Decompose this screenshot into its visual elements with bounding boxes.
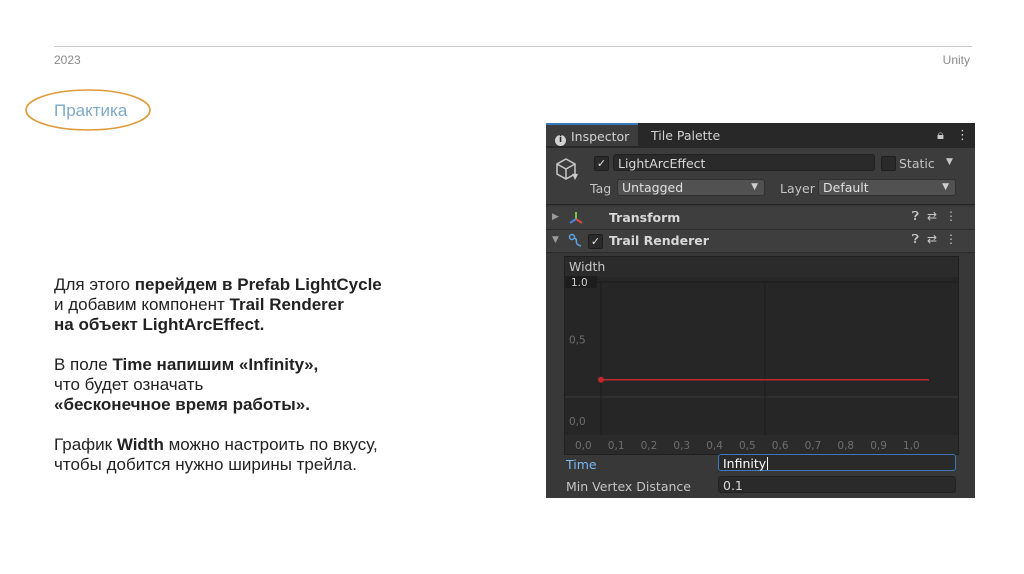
x-tick-label: 0,9 — [870, 440, 887, 452]
x-tick-label: 0,8 — [837, 440, 854, 452]
min-vertex-field[interactable]: 0.1 — [718, 476, 956, 493]
layer-dropdown[interactable]: Default ▼ — [818, 179, 956, 196]
curve-title: Width — [569, 259, 605, 274]
tag-value: Untagged — [622, 180, 684, 195]
bold-text-run: перейдем в Prefab LightCycle — [134, 275, 382, 294]
x-tick-label: 0,5 — [739, 440, 756, 452]
paragraph-2: В поле Time напишим «Infinity», что будет… — [54, 355, 494, 415]
active-checkbox[interactable]: ✓ — [594, 156, 609, 171]
more-icon[interactable]: ⋮ — [956, 128, 969, 143]
chevron-down-icon: ▼ — [751, 182, 758, 192]
y-tick-label: 0,0 — [569, 416, 586, 428]
year-label: 2023 — [54, 53, 81, 67]
time-field[interactable]: Infinity — [718, 454, 956, 471]
x-tick-label: 0,7 — [805, 440, 822, 452]
text-run: График — [54, 435, 117, 454]
time-value: Infinity — [723, 456, 767, 471]
text-run: чтобы добится нужно ширины трейла. — [54, 455, 357, 474]
presets-icon[interactable]: ⇄ — [927, 232, 945, 246]
curve-plot-area — [565, 277, 958, 435]
text-run: что будет означать — [54, 375, 204, 394]
instruction-text: Для этого перейдем в Prefab LightCycle и … — [54, 275, 494, 495]
component-title: Transform — [609, 210, 681, 225]
tag-dropdown[interactable]: Untagged ▼ — [617, 179, 765, 196]
brand-label: Unity — [942, 53, 970, 67]
tab-inspector[interactable]: i Inspector — [546, 123, 638, 146]
bold-text-run: Trail Renderer — [229, 295, 344, 314]
bold-text-run: «бесконечное время работы». — [54, 395, 310, 414]
transform-icon — [569, 212, 583, 224]
x-tick-label: 0,3 — [673, 440, 690, 452]
text-caret — [767, 457, 769, 470]
x-tick-label: 0,6 — [772, 440, 789, 452]
paragraph-1: Для этого перейдем в Prefab LightCycle и … — [54, 275, 494, 335]
paragraph-3: График Width можно настроить по вкусу, чт… — [54, 435, 494, 475]
x-tick-label: 0,0 — [575, 440, 592, 452]
unity-inspector: i Inspector Tile Palette 🔒︎ ⋮ ▼ ✓ LightAr… — [546, 123, 975, 498]
y-max-label: 1.0 — [571, 277, 588, 289]
y-tick-label: 0,5 — [569, 335, 586, 347]
tab-tools: 🔒︎ ⋮ — [937, 123, 969, 148]
component-tools: ❓︎⇄⋮ — [912, 232, 965, 247]
x-tick-label: 1,0 — [903, 440, 920, 452]
width-curve-editor[interactable]: Width 1.0 0,5 0,0 0,0 0,1 0,2 0,3 0,4 0,5 0,6 0,7 0,… — [564, 256, 959, 455]
layer-value: Default — [823, 180, 869, 195]
presets-icon[interactable]: ⇄ — [927, 209, 945, 223]
bold-text-run: на объект LightArcEffect. — [54, 315, 265, 334]
static-checkbox[interactable] — [881, 156, 896, 171]
component-tools: ❓︎⇄⋮ — [912, 209, 965, 224]
tag-label: Tag — [590, 181, 612, 196]
trail-enabled-checkbox[interactable]: ✓ — [588, 234, 603, 249]
info-icon: i — [555, 135, 566, 146]
x-tick-label: 0,4 — [706, 440, 723, 452]
text-run: можно настроить по вкусу, — [163, 435, 378, 454]
tab-inspector-label: Inspector — [571, 129, 630, 144]
more-icon[interactable]: ⋮ — [945, 209, 965, 223]
component-title: Trail Renderer — [609, 233, 709, 248]
text-run: и добавим компонент — [54, 295, 230, 314]
x-tick-label: 0,1 — [608, 440, 625, 452]
more-icon[interactable]: ⋮ — [945, 232, 965, 246]
width-curve-chart[interactable]: Width 1.0 0,5 0,0 0,0 0,1 0,2 0,3 0,4 0,5 0,6 0,7 0,… — [565, 257, 958, 454]
cube-dropdown-arrow[interactable]: ▼ — [572, 172, 578, 181]
section-title: Практика — [54, 101, 128, 120]
bold-text-run: Time напишим «Infinity», — [112, 355, 319, 374]
layer-label: Layer — [780, 181, 815, 196]
x-tick-label: 0,2 — [641, 440, 658, 452]
chevron-down-icon: ▼ — [942, 182, 949, 192]
object-name-field[interactable]: LightArcEffect — [613, 154, 875, 171]
bold-text-run: Width — [116, 435, 164, 454]
min-vertex-label: Min Vertex Distance — [566, 479, 691, 494]
help-icon[interactable]: ❓︎ — [912, 232, 927, 246]
curve-key-point — [598, 376, 604, 383]
tab-tile-palette[interactable]: Tile Palette — [651, 123, 720, 148]
static-dropdown-arrow[interactable]: ▼ — [946, 157, 953, 167]
component-transform[interactable]: ▶ Transform ❓︎⇄⋮ — [546, 207, 975, 230]
gameobject-header: ▼ ✓ LightArcEffect Static ▼ Tag Untagged… — [546, 148, 975, 205]
top-divider — [54, 46, 972, 47]
component-trail-renderer[interactable]: ▼ ✓ Trail Renderer ❓︎⇄⋮ — [546, 230, 975, 253]
section-heading: Практика — [24, 87, 154, 133]
lock-icon[interactable]: 🔒︎ — [937, 128, 944, 143]
tab-bar: i Inspector Tile Palette 🔒︎ ⋮ — [546, 123, 975, 148]
help-icon[interactable]: ❓︎ — [912, 209, 927, 223]
time-label: Time — [566, 457, 597, 472]
fold-right-icon[interactable]: ▶ — [552, 212, 559, 222]
text-run: Для этого — [54, 275, 135, 294]
fold-down-icon[interactable]: ▼ — [552, 235, 559, 245]
static-label: Static — [899, 156, 935, 171]
text-run: В поле — [54, 355, 113, 374]
trail-renderer-icon — [568, 233, 582, 247]
